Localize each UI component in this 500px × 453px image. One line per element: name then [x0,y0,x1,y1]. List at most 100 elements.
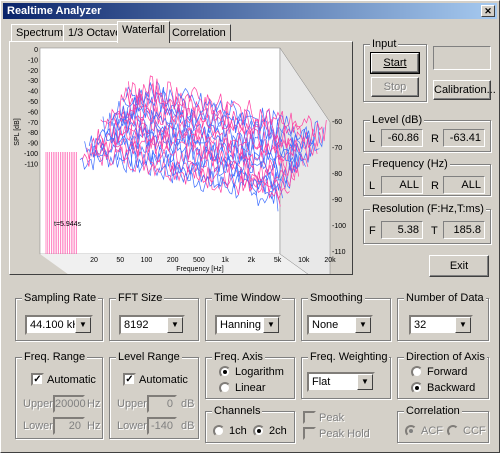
y-tick-label: -80 [28,130,38,137]
waterfall-plot: 0 -10 -20 -30 -40 -50 -60 -70 -80 -90 -100 -110 -60… [14,47,346,274]
freq-weighting-value: Flat [312,376,331,388]
chevron-down-icon[interactable]: ▼ [455,317,471,333]
smoothing-value: None [312,319,339,331]
number-of-data-select[interactable]: 32 ▼ [409,315,473,335]
x-tick-label: 200 [167,257,179,264]
calibration-button[interactable]: Calibration... [433,80,496,100]
window-title: Realtime Analyzer [7,5,102,17]
freq-weighting-select[interactable]: Flat ▼ [307,372,375,392]
y-tick-label: -10 [28,57,38,64]
correlation-acf-radio[interactable] [405,425,417,437]
freq-range-automatic-label: Automatic [47,374,96,386]
analyzer-window: Realtime Analyzer ✕ Spectrum 1/3 Octave … [0,0,500,453]
resolution-title: Resolution (F:Hz,T:ms) [370,203,486,215]
resolution-t-label: T [431,225,438,237]
fft-size-value: 8192 [124,319,149,331]
title-bar: Realtime Analyzer ✕ [3,3,497,19]
y-tick-label: -30 [28,78,38,85]
freq-axis-logarithm-radio[interactable] [219,366,231,378]
chevron-down-icon[interactable]: ▼ [263,317,279,333]
smoothing-select[interactable]: None ▼ [307,315,373,335]
level-l-label: L [369,133,376,145]
channels-title: Channels [212,405,263,417]
y-tick-label: -90 [28,141,38,148]
chevron-down-icon[interactable]: ▼ [167,317,183,333]
freq-upper-label: Upper [23,398,53,410]
channels-2ch-radio[interactable] [253,425,265,437]
exit-button[interactable]: Exit [429,255,489,277]
freq-weighting-title: Freq. Weighting [308,351,390,363]
input-group-title: Input [370,38,399,50]
freq-upper-unit: Hz [87,398,101,410]
chevron-down-icon[interactable]: ▼ [75,317,91,333]
channels-1ch-radio[interactable] [213,425,225,437]
direction-forward-radio[interactable] [411,366,423,378]
freq-axis-logarithm-label: Logarithm [235,366,284,378]
y-tick-label: -100 [24,151,38,158]
frequency-r-label: R [431,180,439,192]
level-range-automatic-checkbox[interactable]: ✓ [123,373,136,386]
tab-waterfall[interactable]: Waterfall [117,21,170,43]
y-tick-label: -110 [25,161,39,168]
correlation-title: Correlation [404,405,462,417]
correlation-ccf-radio[interactable] [447,425,459,437]
direction-of-axis-title: Direction of Axis [404,351,487,363]
level-range-automatic-label: Automatic [139,374,188,386]
y-axis-label: SPL [dB] [14,118,21,145]
direction-backward-radio[interactable] [411,382,423,394]
level-lower-unit: dB [181,420,195,432]
fft-size-title: FFT Size [116,292,165,304]
number-of-data-title: Number of Data [404,292,486,304]
level-lower-label: Lower [117,420,147,432]
sampling-rate-title: Sampling Rate [22,292,99,304]
freq-axis-linear-radio[interactable] [219,382,231,394]
right-tick-label: -70 [332,145,342,152]
x-axis-label: Frequency [Hz] [176,266,224,273]
x-tick-label: 100 [141,257,153,264]
peak-hold-checkbox[interactable] [303,427,316,440]
right-tick-label: -110 [332,249,346,256]
freq-upper-field[interactable]: 20000 [53,395,86,413]
y-tick-label: -60 [28,109,38,116]
time-label: t=5.944s [54,221,82,228]
peak-checkbox[interactable] [303,411,316,424]
level-lower-field[interactable]: -140 [147,417,177,435]
chevron-down-icon[interactable]: ▼ [355,317,371,333]
resolution-f-value: 5.38 [381,221,423,239]
tab-spectrum[interactable]: Spectrum [11,24,69,42]
chevron-down-icon[interactable]: ▼ [357,374,373,390]
level-r-value: -63.41 [443,129,485,147]
freq-lower-unit: Hz [87,420,101,432]
time-window-title: Time Window [212,292,283,304]
y-tick-label: -50 [28,99,38,106]
level-upper-label: Upper [117,398,147,410]
freq-range-title: Freq. Range [22,351,88,363]
time-window-value: Hanning [220,319,261,331]
close-icon[interactable]: ✕ [481,5,495,17]
y-tick-label: -20 [28,68,38,75]
plot-side-wall [279,47,331,274]
fft-size-select[interactable]: 8192 ▼ [119,315,185,335]
start-button[interactable]: Start [370,52,420,74]
level-l-value: -60.86 [381,129,423,147]
correlation-acf-label: ACF [421,425,443,437]
x-tick-label: 10k [298,257,310,264]
time-window-select[interactable]: Hanning ▼ [215,315,281,335]
right-tick-label: -60 [332,119,342,126]
x-tick-label: 20 [90,257,98,264]
freq-lower-field[interactable]: 20 [53,417,85,435]
tab-correlation[interactable]: Correlation [167,24,231,42]
peak-label: Peak [319,412,345,424]
direction-forward-label: Forward [427,366,468,378]
level-upper-field[interactable]: 0 [147,395,177,413]
stop-button[interactable]: Stop [371,77,419,97]
freq-range-automatic-checkbox[interactable]: ✓ [31,373,44,386]
x-tick-label: 2k [248,257,256,264]
level-title: Level (dB) [370,114,425,126]
x-tick-label: 500 [193,257,205,264]
freq-lower-label: Lower [23,420,53,432]
sampling-rate-select[interactable]: 44.100 kHz ▼ [25,315,93,335]
peak-hold-label: Peak Hold [319,428,370,440]
resolution-f-label: F [369,225,376,237]
x-tick-label: 5k [274,257,282,264]
